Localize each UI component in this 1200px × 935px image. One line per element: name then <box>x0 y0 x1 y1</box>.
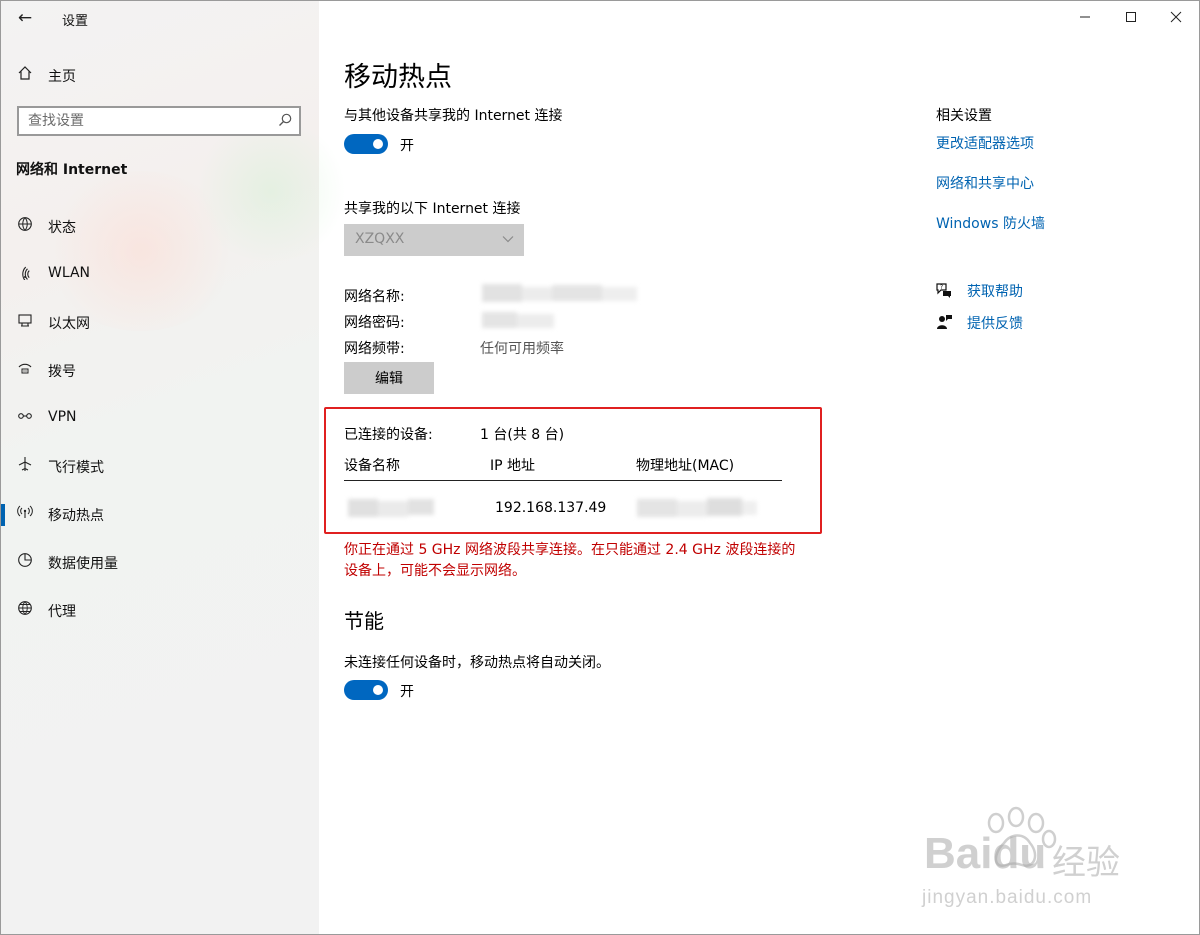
close-icon <box>1170 11 1182 23</box>
sidebar-item-label: 以太网 <box>48 316 90 332</box>
close-button[interactable] <box>1153 1 1199 35</box>
page-title: 移动热点 <box>344 62 452 93</box>
minimize-icon <box>1080 16 1090 18</box>
device-ip-value: 192.168.137.49 <box>495 500 607 516</box>
settings-window: ← 设置 主页 网络和 Internet 状态 <box>0 0 1200 935</box>
sidebar-item-airplane[interactable]: 飞行模式 <box>1 446 319 486</box>
link-network-sharing-center[interactable]: 网络和共享中心 <box>936 173 1034 193</box>
edit-button[interactable]: 编辑 <box>344 362 434 394</box>
column-header-ip: IP 地址 <box>490 458 536 474</box>
share-toggle[interactable] <box>344 134 388 154</box>
power-saving-toggle[interactable] <box>344 680 388 700</box>
watermark-brand-cn: 经验 <box>1052 844 1120 882</box>
related-settings-heading: 相关设置 <box>936 108 992 124</box>
column-header-device-name: 设备名称 <box>344 458 400 474</box>
sidebar: ← 设置 主页 网络和 Internet 状态 <box>1 1 351 934</box>
globe-status-icon <box>15 216 35 236</box>
selection-indicator <box>1 504 5 526</box>
feedback-icon <box>937 315 952 329</box>
toggle-knob <box>373 139 383 149</box>
svg-text:?: ? <box>940 284 943 291</box>
section-title: 网络和 Internet <box>16 162 128 178</box>
network-password-label: 网络密码: <box>344 315 405 331</box>
sidebar-item-dialup[interactable]: 拨号 <box>1 350 319 390</box>
power-saving-toggle-state: 开 <box>400 684 414 700</box>
app-title: 设置 <box>62 14 89 29</box>
sidebar-item-label: VPN <box>48 409 77 425</box>
sidebar-item-status[interactable]: 状态 <box>1 206 319 246</box>
power-saving-description: 未连接任何设备时，移动热点将自动关闭。 <box>344 655 610 671</box>
share-connection-label: 与其他设备共享我的 Internet 连接 <box>344 108 563 124</box>
network-name-label: 网络名称: <box>344 289 405 305</box>
band-warning-text: 你正在通过 5 GHz 网络波段共享连接。在只能通过 2.4 GHz 波段连接的… <box>344 542 796 579</box>
globe-icon <box>15 600 35 620</box>
wifi-icon <box>15 264 35 284</box>
data-usage-icon <box>15 552 35 572</box>
share-toggle-state: 开 <box>400 138 414 154</box>
column-header-mac: 物理地址(MAC) <box>636 458 735 474</box>
network-name-redacted <box>482 281 637 305</box>
sidebar-item-home[interactable]: 主页 <box>1 61 319 89</box>
watermark-brand: Baidu <box>924 829 1047 878</box>
sidebar-item-label: 移动热点 <box>48 508 104 524</box>
sidebar-item-label: 飞行模式 <box>48 460 104 476</box>
link-adapter-options[interactable]: 更改适配器选项 <box>936 133 1034 153</box>
sidebar-item-vpn[interactable]: VPN <box>1 398 319 438</box>
search-box[interactable] <box>17 106 301 136</box>
dialup-icon <box>15 360 35 380</box>
vpn-icon <box>15 408 35 428</box>
network-band-label: 网络频带: <box>344 341 405 357</box>
back-button[interactable]: ← <box>11 7 39 29</box>
search-input[interactable] <box>19 108 268 134</box>
device-mac-redacted <box>637 495 757 521</box>
minimize-button[interactable] <box>1062 1 1108 35</box>
home-icon <box>15 65 35 85</box>
get-help-link[interactable]: 获取帮助 <box>967 281 1023 301</box>
watermark-url: jingyan.baidu.com <box>922 887 1093 908</box>
sidebar-item-label: 数据使用量 <box>48 556 118 572</box>
sidebar-item-data-usage[interactable]: 数据使用量 <box>1 542 319 582</box>
airplane-icon <box>15 456 35 476</box>
sidebar-item-ethernet[interactable]: 以太网 <box>1 302 319 342</box>
back-arrow-icon: ← <box>17 8 33 28</box>
link-windows-firewall[interactable]: Windows 防火墙 <box>936 213 1045 233</box>
connected-devices-count: 1 台(共 8 台) <box>480 427 565 443</box>
help-chat-icon: ? <box>936 283 951 298</box>
sidebar-item-proxy[interactable]: 代理 <box>1 590 319 630</box>
power-saving-heading: 节能 <box>344 609 384 633</box>
hotspot-icon <box>15 504 35 524</box>
baidu-watermark: Baidu 经验 jingyan.baidu.com <box>916 801 1146 921</box>
title-bar: ← 设置 <box>1 1 319 35</box>
toggle-knob <box>373 685 383 695</box>
sidebar-item-label: 状态 <box>48 220 76 236</box>
maximize-button[interactable] <box>1108 1 1154 35</box>
share-from-label: 共享我的以下 Internet 连接 <box>344 201 521 217</box>
sidebar-item-label: WLAN <box>48 265 91 281</box>
give-feedback-link[interactable]: 提供反馈 <box>967 313 1023 333</box>
device-name-redacted <box>348 495 434 521</box>
chevron-down-icon <box>502 236 514 243</box>
connected-devices-label: 已连接的设备: <box>344 427 433 443</box>
table-header-divider <box>344 480 782 481</box>
maximize-icon <box>1126 12 1136 22</box>
network-band-value: 任何可用频率 <box>480 341 564 357</box>
ethernet-icon <box>15 312 35 332</box>
sidebar-item-wlan[interactable]: WLAN <box>1 254 319 294</box>
sidebar-item-label: 拨号 <box>48 364 76 380</box>
sidebar-item-label: 代理 <box>48 604 76 620</box>
sidebar-item-label: 主页 <box>48 69 76 85</box>
dropdown-value: XZQXX <box>355 231 405 247</box>
share-from-dropdown[interactable]: XZQXX <box>344 224 524 256</box>
search-icon[interactable] <box>277 112 293 128</box>
sidebar-item-hotspot[interactable]: 移动热点 <box>1 494 319 534</box>
network-password-redacted <box>482 309 554 331</box>
